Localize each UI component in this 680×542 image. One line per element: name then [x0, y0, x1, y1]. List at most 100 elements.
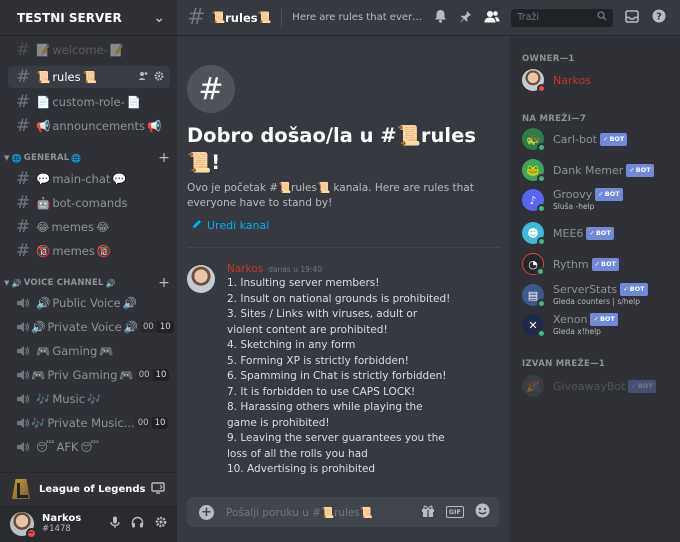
bell-icon[interactable] — [434, 9, 447, 26]
voice-channel-music[interactable]: 🎶 Music 🎶 — [8, 388, 170, 410]
laugh-emoji: 😂 — [95, 220, 110, 234]
gear-icon[interactable] — [155, 516, 167, 531]
music-emoji: 🎶 — [87, 392, 102, 406]
music-emoji: 🎶 — [36, 392, 51, 406]
rule-line: 8. Harassing others while playing the ga… — [227, 401, 423, 429]
music-emoji: 🎶 — [31, 416, 46, 430]
member-carl-bot[interactable]: 🐢 Carl-bot ✓ BOT — [522, 126, 678, 152]
laugh-emoji: 😂 — [36, 220, 50, 234]
member-name: ServerStats — [553, 283, 618, 296]
speaker-emoji: 🔊 — [105, 278, 116, 288]
member-mee6[interactable]: ☻ MEE6 ✓ BOT — [522, 220, 678, 246]
member-xenon[interactable]: ✕ Xenon ✓ BOT Gleda x!help — [522, 312, 678, 338]
member-serverstats[interactable]: ▤ ServerStats ✓ BOT Gleda counters | s/help — [522, 282, 678, 308]
chevron-down-icon: ⌄ — [153, 9, 165, 26]
memo-emoji: 📝 — [36, 43, 51, 57]
server-header[interactable]: TESTNI SERVER ⌄ — [0, 0, 177, 36]
message-author[interactable]: Narkos — [227, 263, 263, 275]
voice-channel-gaming[interactable]: 🎮 Gaming 🎮 — [8, 340, 170, 362]
scroll-emoji: 📜 — [316, 182, 331, 194]
add-channel-icon[interactable]: + — [158, 275, 170, 291]
edit-channel-link[interactable]: Uredi kanal — [192, 219, 269, 232]
channel-custom-role[interactable]: # 📄 custom-role- 📄 — [8, 91, 170, 113]
gamepad-emoji: 🎮 — [99, 344, 114, 358]
inbox-icon[interactable] — [625, 9, 640, 26]
bot-badge: ✓ BOT — [595, 188, 623, 201]
voice-channel-public[interactable]: 🔊 Public Voice 🔊 — [8, 292, 170, 314]
avatar[interactable] — [187, 265, 215, 293]
add-attachment-icon[interactable]: + — [199, 504, 214, 520]
member-owner[interactable]: Narkos — [522, 67, 678, 93]
microphone-icon[interactable] — [110, 516, 120, 532]
channel-main-chat[interactable]: # 💬 main-chat 💬 — [8, 168, 170, 190]
voice-channel-priv-gaming[interactable]: 🎮 Priv Gaming 🎮 00 10 — [8, 364, 170, 386]
check-icon: ✓ — [623, 285, 629, 293]
rule-line: 7. It is forbidden to use CAPS LOCK! — [227, 385, 416, 398]
gif-icon[interactable]: GIF — [445, 506, 464, 518]
scroll-emoji: 📜 — [396, 124, 421, 147]
voice-channel-private[interactable]: 🔊 Private Voice 🔊 00 10 — [8, 316, 174, 338]
add-channel-icon[interactable]: + — [158, 150, 170, 166]
channel-label: Priv Gaming — [47, 368, 118, 382]
category-label: VOICE CHANNEL — [23, 278, 104, 288]
league-logo-icon — [12, 479, 30, 499]
globe-emoji: 🌐 — [71, 153, 82, 163]
emoji-icon[interactable] — [475, 503, 490, 521]
caret-down-icon: ▼ — [4, 279, 10, 287]
search-input[interactable]: Traži — [511, 8, 614, 27]
member-giveawaybot[interactable]: 🎉 GiveawayBot ✓ BOT — [522, 373, 678, 399]
pin-icon[interactable] — [459, 10, 472, 26]
member-groovy[interactable]: ♪ Groovy ✓ BOT Sluša -help — [522, 187, 678, 213]
channel-rules[interactable]: # 📜 rules 📜 — [8, 66, 170, 88]
category-label: GENERAL — [23, 153, 70, 163]
hash-icon: # — [187, 65, 235, 113]
member-status: Sluša -help — [553, 202, 595, 211]
category-voice[interactable]: ▼ 🔊 VOICE CHANNEL 🔊 + — [4, 275, 170, 291]
channel-label: Public Voice — [52, 296, 121, 310]
channel-announcements[interactable]: # 📢 announcements 📢 — [8, 115, 170, 137]
member-status: Gleda counters | s/help — [553, 297, 640, 306]
member-list-icon[interactable] — [484, 10, 500, 26]
rule-line: 2. Insult on national grounds is prohibi… — [227, 292, 451, 305]
message-input[interactable]: + Pošalji poruku u #📜rules📜 GIF — [187, 497, 499, 527]
category-general[interactable]: ▼ 🌐 GENERAL 🌐 + — [4, 150, 170, 166]
check-icon: ✓ — [629, 165, 635, 174]
rule-line: 6. Spamming in Chat is strictly forbidde… — [227, 370, 447, 382]
channel-memes-nsfw[interactable]: # 🔞 memes 🔞 — [8, 240, 170, 262]
page-emoji: 📄 — [126, 95, 142, 109]
speech-emoji: 💬 — [112, 172, 127, 186]
gamepad-emoji: 🎮 — [119, 368, 134, 382]
welcome-title: Dobro došao/la u #📜rules 📜! — [187, 124, 476, 174]
voice-channel-afk[interactable]: 😴 AFK 😴 — [8, 436, 170, 458]
bot-avatar-icon: 🐸 — [522, 159, 546, 183]
avatar[interactable] — [10, 511, 37, 539]
online-status-icon — [537, 143, 546, 152]
channel-topic[interactable]: Here are rules that everyone have to sta… — [292, 12, 424, 23]
member-dank-memer[interactable]: 🐸 Dank Memer ✓ BOT — [522, 157, 678, 183]
voice-channel-private-music[interactable]: 🎶 Private Music... 00 10 — [8, 412, 170, 434]
channel-bot-comands[interactable]: # 🤖 bot-comands — [8, 192, 170, 214]
hash-icon: # — [187, 5, 206, 30]
speaker-emoji: 🔊 — [36, 296, 51, 310]
hash-icon: # — [16, 92, 31, 112]
hash-icon: # — [16, 40, 31, 60]
gift-icon[interactable] — [421, 504, 435, 521]
member-rythm[interactable]: ◔ Rythm ✓ BOT — [522, 251, 678, 277]
gear-icon[interactable] — [154, 70, 164, 84]
channel-welcome[interactable]: # 📝 welcome- 📝 — [8, 39, 170, 61]
speaker-icon — [16, 321, 29, 333]
online-status-icon — [537, 204, 546, 213]
channel-memes[interactable]: # 😂 memes 😂 — [8, 216, 170, 238]
divider — [281, 8, 283, 27]
check-icon: ✓ — [594, 259, 601, 268]
screen-share-icon[interactable] — [151, 481, 165, 497]
headphones-icon[interactable] — [131, 516, 144, 531]
create-invite-icon[interactable] — [138, 71, 148, 84]
sleep-emoji: 😴 — [36, 440, 55, 454]
edit-channel-label: Uredi kanal — [207, 219, 270, 232]
role-header-offline: IZVAN MREŽE—1 — [522, 359, 606, 369]
hash-icon: # — [16, 217, 31, 237]
help-icon[interactable]: ? — [652, 9, 666, 26]
member-name: GiveawayBot — [553, 379, 626, 393]
speaker-icon — [16, 345, 34, 357]
